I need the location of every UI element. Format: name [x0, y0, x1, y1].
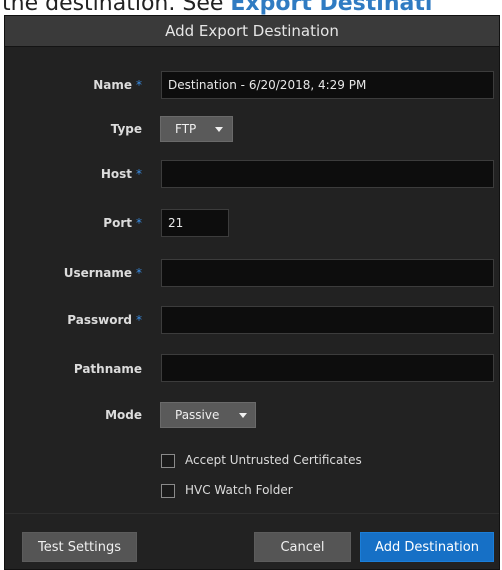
host-label-text: Host: [100, 167, 132, 181]
port-required-mark: *: [136, 216, 142, 230]
port-label-text: Port: [103, 216, 132, 230]
document-sentence: the destination. See: [2, 0, 231, 16]
type-dropdown[interactable]: FTP: [160, 116, 233, 142]
name-required-mark: *: [136, 78, 142, 92]
name-label: Name *: [93, 78, 142, 92]
hvc-watch-folder-checkbox[interactable]: [161, 484, 175, 498]
test-settings-button[interactable]: Test Settings: [22, 532, 137, 562]
password-label: Password *: [67, 313, 142, 327]
pathname-input[interactable]: [161, 354, 494, 382]
name-input[interactable]: Destination - 6/20/2018, 4:29 PM: [161, 71, 494, 99]
mode-selected-value: Passive: [175, 408, 220, 422]
add-export-destination-dialog: Add Export Destination Name * Destination…: [4, 15, 500, 570]
chevron-down-icon: [239, 413, 247, 418]
username-label-text: Username: [63, 266, 132, 280]
password-label-text: Password: [67, 313, 132, 327]
password-input[interactable]: [161, 306, 494, 334]
name-label-text: Name: [93, 78, 132, 92]
type-label: Type: [110, 122, 142, 136]
username-label: Username *: [64, 266, 142, 280]
cancel-button[interactable]: Cancel: [254, 532, 351, 562]
accept-untrusted-certificates-checkbox[interactable]: [161, 454, 175, 468]
mode-dropdown[interactable]: Passive: [160, 402, 256, 428]
password-required-mark: *: [136, 313, 142, 327]
hvc-watch-folder-label: HVC Watch Folder: [185, 483, 293, 497]
export-destination-link[interactable]: Export Destinati: [230, 0, 432, 16]
port-label: Port *: [103, 216, 142, 230]
add-destination-button[interactable]: Add Destination: [360, 532, 494, 562]
footer-divider: [5, 513, 499, 514]
mode-label: Mode: [105, 408, 142, 422]
username-input[interactable]: [161, 259, 494, 287]
pathname-label: Pathname: [73, 362, 142, 376]
port-input[interactable]: 21: [161, 209, 229, 237]
accept-untrusted-certificates-label: Accept Untrusted Certificates: [185, 453, 362, 467]
host-input[interactable]: [161, 160, 494, 188]
host-required-mark: *: [136, 167, 142, 181]
host-label: Host *: [101, 167, 142, 181]
username-required-mark: *: [136, 266, 142, 280]
type-selected-value: FTP: [175, 122, 197, 136]
chevron-down-icon: [215, 127, 223, 132]
dialog-title: Add Export Destination: [5, 16, 499, 47]
